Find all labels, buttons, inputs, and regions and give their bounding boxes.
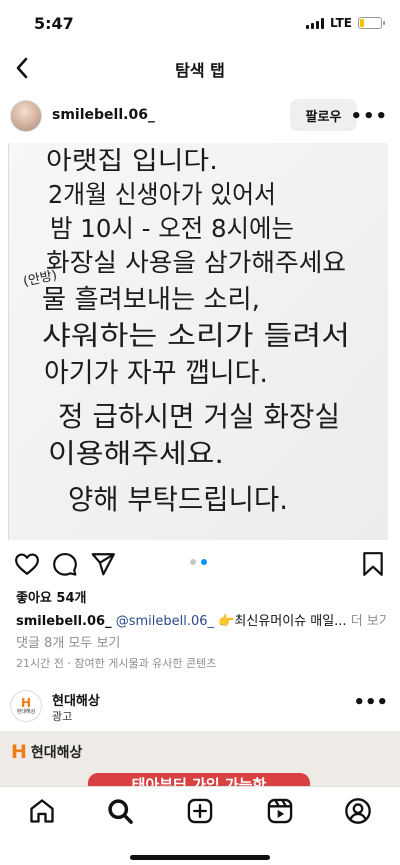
note-line: 정 급하시면 거실 화장실 xyxy=(58,400,340,433)
avatar[interactable] xyxy=(10,100,42,132)
bottom-tab-bar xyxy=(0,786,400,865)
caption-text: 최신유머이슈 매일... xyxy=(234,614,347,629)
follow-button[interactable]: 팔로우 xyxy=(290,99,357,131)
ad-banner[interactable]: H 현대해상 태아부터 가입 가능한 xyxy=(0,731,400,786)
note-line: 샤워하는 소리가 들려서 xyxy=(42,321,350,352)
caption-username[interactable]: smilebell.06_ xyxy=(16,614,112,629)
battery-level xyxy=(360,19,364,27)
post-actions xyxy=(0,548,400,580)
comment-icon xyxy=(53,552,77,576)
more-options-button[interactable]: ••• xyxy=(350,106,388,127)
caption-mention[interactable]: @smilebell.06_ xyxy=(116,614,214,629)
pointing-hand-icon: 👉 xyxy=(218,614,235,629)
note-line: 아기가 자꾸 깹니다. xyxy=(44,358,268,389)
ad-avatar[interactable]: H 현대해상 xyxy=(10,690,42,722)
reels-icon xyxy=(267,798,293,824)
caption-more-link[interactable]: 더 보기 xyxy=(351,614,388,629)
note-line: 2개월 신생아가 있어서 xyxy=(48,180,276,209)
ad-avatar-text: 현대해상 xyxy=(16,708,36,715)
post-header: smilebell.06_ 팔로우 ••• xyxy=(0,92,400,142)
ad-sponsored-label: 광고 xyxy=(52,710,73,723)
note-line: 밤 10시 - 오전 8시에는 xyxy=(50,214,294,243)
signal-icon xyxy=(305,17,324,29)
note-line: 화장실 사용을 삼가해주세요 xyxy=(46,248,346,277)
status-bar: 5:47 LTE xyxy=(0,0,400,44)
carousel-indicator xyxy=(190,559,207,565)
network-label: LTE xyxy=(329,16,352,30)
tab-profile[interactable] xyxy=(344,797,372,825)
handwritten-note: 아랫집 입니다. 2개월 신생아가 있어서 밤 10시 - 오전 8시에는 화장… xyxy=(8,143,388,540)
comment-button[interactable] xyxy=(52,551,78,581)
nav-header: 탐색 탭 xyxy=(0,44,400,92)
heart-icon xyxy=(15,553,39,575)
likes-count[interactable]: 좋아요 54개 xyxy=(16,587,86,606)
post-username[interactable]: smilebell.06_ xyxy=(52,107,155,123)
tab-create[interactable] xyxy=(186,797,214,825)
view-comments-link[interactable]: 댓글 8개 모두 보기 xyxy=(16,632,120,651)
tab-reels[interactable] xyxy=(266,797,294,825)
like-button[interactable] xyxy=(14,551,40,581)
status-indicators: LTE xyxy=(305,16,385,30)
ad-banner-logo-icon: H xyxy=(11,741,27,763)
ad-logo-icon: H xyxy=(20,695,32,710)
ad-account-name[interactable]: 현대해상 xyxy=(52,690,100,709)
status-time: 5:47 xyxy=(34,14,74,33)
tab-search[interactable] xyxy=(106,797,134,825)
profile-icon xyxy=(345,798,371,824)
share-button[interactable] xyxy=(90,551,116,581)
search-icon xyxy=(108,799,133,824)
post-meta: 21시간 전 · 참여한 게시물과 유사한 콘텐츠 xyxy=(16,657,217,670)
post-image[interactable]: 아랫집 입니다. 2개월 신생아가 있어서 밤 10시 - 오전 8시에는 화장… xyxy=(8,143,388,540)
ad-banner-headline: 태아부터 가입 가능한 xyxy=(88,773,310,786)
send-icon xyxy=(91,553,115,576)
ad-banner-logo-text: 현대해상 xyxy=(30,745,83,761)
home-indicator xyxy=(130,855,270,860)
note-line: 물 흘려보내는 소리, xyxy=(42,285,260,315)
save-button[interactable] xyxy=(362,551,384,581)
bookmark-icon xyxy=(363,552,383,576)
ad-more-options-button[interactable]: ••• xyxy=(353,692,388,713)
caption: smilebell.06_ @smilebell.06_ 👉최신유머이슈 매일.… xyxy=(16,610,388,629)
note-line: 이용해주세요. xyxy=(48,439,224,470)
home-icon xyxy=(30,799,54,823)
tab-home[interactable] xyxy=(28,797,56,825)
ad-banner-logo: H 현대해상 xyxy=(11,741,82,763)
note-line: 양해 부탁드립니다. xyxy=(68,483,288,516)
note-line: 아랫집 입니다. xyxy=(46,146,218,175)
create-icon xyxy=(187,798,213,824)
ad-header: H 현대해상 현대해상 광고 ••• xyxy=(0,684,400,730)
page-title: 탐색 탭 xyxy=(175,61,225,80)
carousel-dot xyxy=(201,559,207,565)
battery-icon xyxy=(358,17,385,29)
carousel-dot xyxy=(190,559,196,565)
